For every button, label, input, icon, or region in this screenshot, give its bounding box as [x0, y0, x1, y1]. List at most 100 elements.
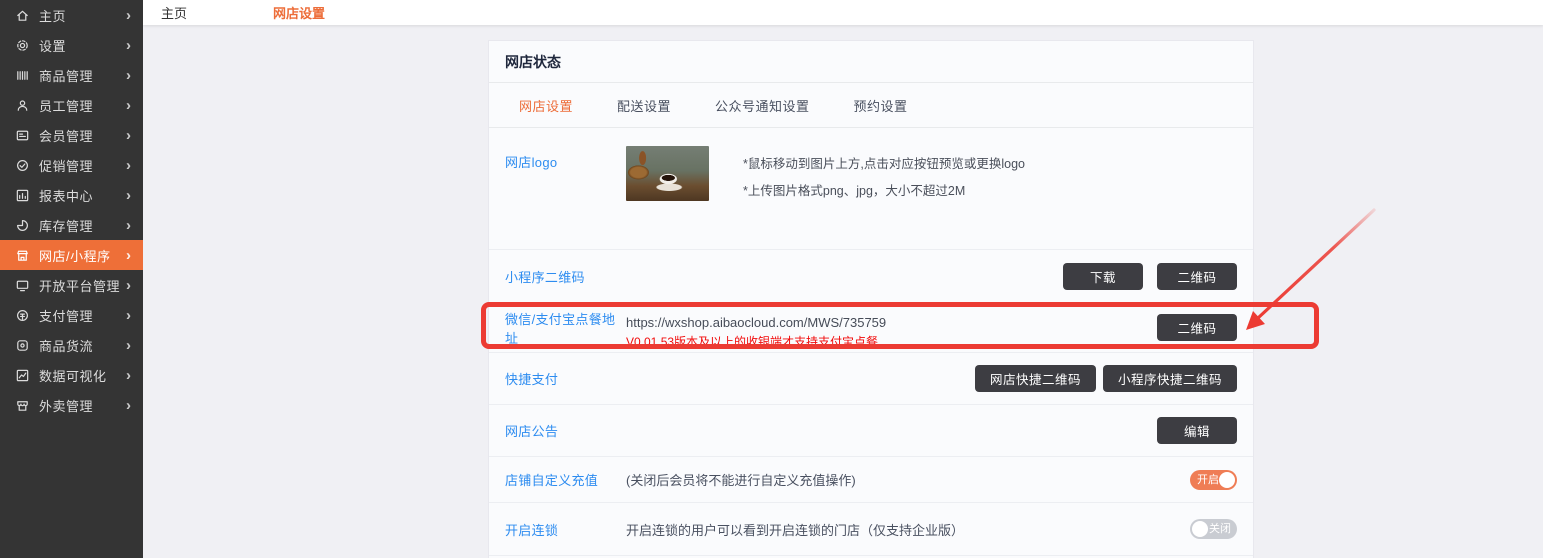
- download-button[interactable]: 下载: [1063, 263, 1143, 290]
- miniprogram-quick-qrcode-button[interactable]: 小程序快捷二维码: [1103, 365, 1237, 392]
- chevron-right-icon: ›: [126, 188, 131, 203]
- logo-note-format: *上传图片格式png、jpg，大小不超过2M: [743, 180, 1025, 199]
- shop-logo-label: 网店logo: [505, 146, 626, 171]
- sidebar-item-label: 外卖管理: [39, 396, 126, 415]
- home-icon: [14, 7, 30, 23]
- sidebar-item-settings[interactable]: 设置 ›: [0, 30, 143, 60]
- bar-chart-icon: [14, 187, 30, 203]
- sidebar-item-label: 开放平台管理: [39, 276, 126, 295]
- sidebar-item-products[interactable]: 商品管理 ›: [0, 60, 143, 90]
- chevron-right-icon: ›: [126, 158, 131, 173]
- miniprogram-qrcode-label: 小程序二维码: [505, 267, 626, 286]
- shop-quick-qrcode-button[interactable]: 网店快捷二维码: [975, 365, 1096, 392]
- row-custom-recharge: 店铺自定义充值 (关闭后会员将不能进行自定义充值操作) 开启: [489, 456, 1253, 502]
- chain-enable-label: 开启连锁: [505, 520, 626, 539]
- sidebar-item-home[interactable]: 主页 ›: [0, 0, 143, 30]
- chevron-right-icon: ›: [126, 38, 131, 53]
- edit-button[interactable]: 编辑: [1157, 417, 1237, 444]
- barcode-icon: [14, 67, 30, 83]
- chevron-right-icon: ›: [126, 368, 131, 383]
- toggle-off-label: 关闭: [1209, 519, 1231, 539]
- chevron-right-icon: ›: [126, 128, 131, 143]
- card-tabs: 网店设置 配送设置 公众号通知设置 预约设置: [489, 83, 1253, 128]
- sidebar-item-goods-flow[interactable]: 商品货流 ›: [0, 330, 143, 360]
- chain-enable-desc: 开启连锁的用户可以看到开启连锁的门店（仅支持企业版）: [626, 520, 964, 539]
- chevron-right-icon: ›: [126, 398, 131, 413]
- chevron-right-icon: ›: [126, 68, 131, 83]
- order-url-value: https://wxshop.aibaocloud.com/MWS/735759: [626, 315, 886, 330]
- line-chart-icon: [14, 367, 30, 383]
- monitor-icon: [14, 277, 30, 293]
- chevron-right-icon: ›: [126, 308, 131, 323]
- sidebar-item-label: 员工管理: [39, 96, 126, 115]
- row-shop-logo: 网店logo *鼠标移动到图片上方,点击对应按钮预览或更换logo *上传图片格…: [489, 128, 1253, 249]
- person-icon: [14, 97, 30, 113]
- topbar-tab-shop-settings[interactable]: 网店设置: [263, 3, 335, 22]
- sidebar: 主页 › 设置 › 商品管理 › 员工管理 › 会员管理 › 促销管理 ›: [0, 0, 143, 558]
- tab-official-account-notify-settings[interactable]: 公众号通知设置: [715, 96, 810, 115]
- toggle-knob: [1192, 521, 1208, 537]
- order-url-label: 微信/支付宝点餐地址: [505, 309, 626, 347]
- sidebar-item-open-platform[interactable]: 开放平台管理 ›: [0, 270, 143, 300]
- sidebar-item-label: 网店/小程序: [39, 246, 126, 265]
- coin-icon: [14, 307, 30, 323]
- page: 主页 › 设置 › 商品管理 › 员工管理 › 会员管理 › 促销管理 ›: [0, 0, 1543, 558]
- row-shop-notice: 网店公告 编辑: [489, 404, 1253, 456]
- sidebar-item-takeout[interactable]: 外卖管理 ›: [0, 390, 143, 420]
- sidebar-item-label: 商品管理: [39, 66, 126, 85]
- custom-recharge-toggle[interactable]: 开启: [1190, 470, 1237, 490]
- logo-note-hover: *鼠标移动到图片上方,点击对应按钮预览或更换logo: [743, 153, 1025, 172]
- sidebar-item-label: 商品货流: [39, 336, 126, 355]
- sidebar-item-label: 促销管理: [39, 156, 126, 175]
- sidebar-item-label: 报表中心: [39, 186, 126, 205]
- storefront-icon: [14, 247, 30, 263]
- quick-pay-label: 快捷支付: [505, 369, 626, 388]
- sidebar-item-payment[interactable]: 支付管理 ›: [0, 300, 143, 330]
- card-title: 网店状态: [489, 41, 1253, 83]
- chevron-right-icon: ›: [126, 98, 131, 113]
- qrcode-button[interactable]: 二维码: [1157, 263, 1237, 290]
- shop-logo-notes: *鼠标移动到图片上方,点击对应按钮预览或更换logo *上传图片格式png、jp…: [743, 146, 1025, 199]
- row-quick-pay: 快捷支付 网店快捷二维码 小程序快捷二维码: [489, 352, 1253, 404]
- member-card-icon: [14, 127, 30, 143]
- sidebar-item-label: 支付管理: [39, 306, 126, 325]
- chain-enable-toggle[interactable]: 关闭: [1190, 519, 1237, 539]
- toggle-knob: [1219, 472, 1235, 488]
- topbar: 主页 网店设置: [143, 0, 1543, 25]
- sidebar-item-label: 设置: [39, 36, 126, 55]
- custom-recharge-label: 店铺自定义充值: [505, 470, 626, 489]
- row-order-url: 微信/支付宝点餐地址 https://wxshop.aibaocloud.com…: [489, 302, 1253, 352]
- chevron-right-icon: ›: [126, 338, 131, 353]
- gear-icon: [14, 37, 30, 53]
- sidebar-item-label: 库存管理: [39, 216, 126, 235]
- sidebar-item-reports[interactable]: 报表中心 ›: [0, 180, 143, 210]
- sidebar-item-online-shop[interactable]: 网店/小程序 ›: [0, 240, 143, 270]
- toggle-on-label: 开启: [1197, 470, 1219, 490]
- sidebar-item-promotions[interactable]: 促销管理 ›: [0, 150, 143, 180]
- chevron-right-icon: ›: [126, 8, 131, 23]
- pie-chart-icon: [14, 217, 30, 233]
- order-url-qrcode-button[interactable]: 二维码: [1157, 314, 1237, 341]
- sidebar-item-label: 数据可视化: [39, 366, 126, 385]
- row-chain-enable: 开启连锁 开启连锁的用户可以看到开启连锁的门店（仅支持企业版） 关闭: [489, 502, 1253, 556]
- tab-shop-settings[interactable]: 网店设置: [519, 96, 573, 115]
- awning-icon: [14, 397, 30, 413]
- shop-status-card: 网店状态 网店设置 配送设置 公众号通知设置 预约设置 网店logo *鼠标移动…: [488, 40, 1254, 558]
- goods-box-icon: [14, 337, 30, 353]
- chevron-right-icon: ›: [126, 278, 131, 293]
- custom-recharge-desc: (关闭后会员将不能进行自定义充值操作): [626, 470, 856, 489]
- check-circle-icon: [14, 157, 30, 173]
- shop-notice-label: 网店公告: [505, 421, 626, 440]
- sidebar-item-members[interactable]: 会员管理 ›: [0, 120, 143, 150]
- tab-reservation-settings[interactable]: 预约设置: [854, 96, 908, 115]
- sidebar-item-data-visualization[interactable]: 数据可视化 ›: [0, 360, 143, 390]
- sidebar-item-staff[interactable]: 员工管理 ›: [0, 90, 143, 120]
- chevron-right-icon: ›: [126, 248, 131, 263]
- shop-logo-image[interactable]: [626, 146, 709, 201]
- row-miniprogram-qrcode: 小程序二维码 下载 二维码: [489, 249, 1253, 302]
- tab-delivery-settings[interactable]: 配送设置: [617, 96, 671, 115]
- sidebar-item-inventory[interactable]: 库存管理 ›: [0, 210, 143, 240]
- topbar-tab-home[interactable]: 主页: [151, 3, 197, 22]
- sidebar-item-label: 主页: [39, 6, 126, 25]
- chevron-right-icon: ›: [126, 218, 131, 233]
